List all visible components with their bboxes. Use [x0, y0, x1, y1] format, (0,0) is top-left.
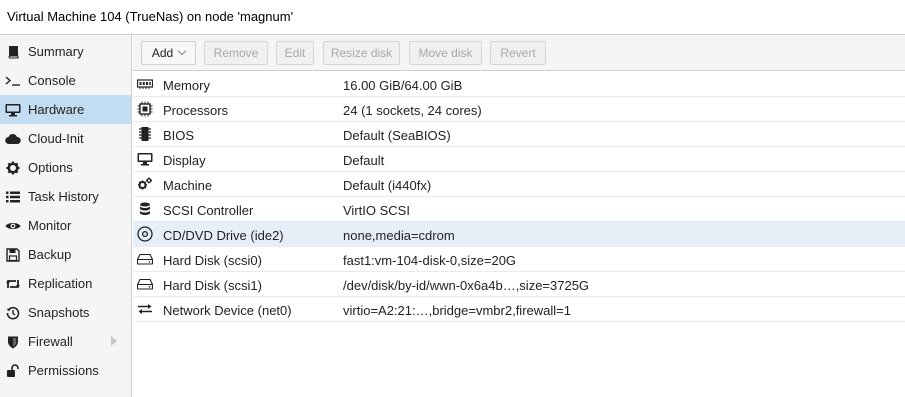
harddisk-icon	[137, 251, 153, 267]
sidebar-item-task-history[interactable]: Task History	[0, 182, 131, 211]
exchange-icon	[137, 301, 153, 317]
hardware-row-hard-disk-scsi1[interactable]: Hard Disk (scsi1) /dev/disk/by-id/wwn-0x…	[133, 272, 905, 297]
row-value: fast1:vm-104-disk-0,size=20G	[343, 253, 517, 268]
sidebar-item-monitor[interactable]: Monitor	[0, 211, 131, 240]
sidebar-item-console[interactable]: Console	[0, 66, 131, 95]
expand-arrow-icon[interactable]	[111, 336, 117, 346]
desktop-icon	[5, 102, 21, 118]
sidebar-item-label: Backup	[28, 247, 72, 262]
unlock-icon	[5, 363, 21, 379]
cogs-icon	[137, 176, 153, 192]
row-name: BIOS	[163, 128, 195, 143]
toolbar: Add Remove Edit Resize disk Move disk Re…	[133, 35, 905, 71]
row-name: Network Device (net0)	[163, 303, 292, 318]
hardware-row-cdrom[interactable]: CD/DVD Drive (ide2) none,media=cdrom	[133, 222, 905, 247]
sidebar-item-label: Cloud-Init	[28, 131, 84, 146]
list-icon	[5, 189, 21, 205]
hardware-row-machine[interactable]: Machine Default (i440fx)	[133, 172, 905, 197]
sidebar-item-label: Monitor	[28, 218, 72, 233]
sidebar-item-label: Summary	[28, 44, 84, 59]
hardware-row-processors[interactable]: Processors 24 (1 sockets, 24 cores)	[133, 97, 905, 122]
gear-icon	[5, 160, 21, 176]
row-value: VirtIO SCSI	[343, 203, 410, 218]
sidebar-item-label: Task History	[28, 189, 99, 204]
cdrom-icon	[137, 226, 153, 242]
row-name: Hard Disk (scsi1)	[163, 278, 262, 293]
window-title: Virtual Machine 104 (TrueNas) on node 'm…	[0, 0, 905, 35]
row-value: 24 (1 sockets, 24 cores)	[343, 103, 482, 118]
hardware-row-scsi-controller[interactable]: SCSI Controller VirtIO SCSI	[133, 197, 905, 222]
row-name: Processors	[163, 103, 229, 118]
sidebar-item-label: Options	[28, 160, 73, 175]
harddisk-icon	[137, 276, 153, 292]
hardware-row-network-device[interactable]: Network Device (net0) virtio=A2:21:…,bri…	[133, 297, 905, 322]
cloud-icon	[5, 131, 21, 147]
sidebar-item-label: Firewall	[28, 334, 73, 349]
floppy-icon	[5, 247, 21, 263]
terminal-icon	[5, 73, 21, 89]
row-name: Display	[163, 153, 206, 168]
retweet-icon	[5, 276, 21, 292]
row-name: Machine	[163, 178, 213, 193]
sidebar-item-label: Console	[28, 73, 76, 88]
row-name: Memory	[163, 78, 210, 93]
row-name: Hard Disk (scsi0)	[163, 253, 262, 268]
sidebar-item-summary[interactable]: Summary	[0, 37, 131, 66]
row-value: Default (SeaBIOS)	[343, 128, 451, 143]
sidebar-item-label: Snapshots	[28, 305, 90, 320]
sidebar-item-replication[interactable]: Replication	[0, 269, 131, 298]
sidebar-item-permissions[interactable]: Permissions	[0, 356, 131, 385]
edit-button[interactable]: Edit	[276, 41, 314, 65]
eye-icon	[5, 218, 21, 234]
sidebar-item-cloud-init[interactable]: Cloud-Init	[0, 124, 131, 153]
sidebar-item-backup[interactable]: Backup	[0, 240, 131, 269]
book-icon	[5, 44, 21, 60]
resize-disk-button[interactable]: Resize disk	[323, 41, 400, 65]
revert-button[interactable]: Revert	[490, 41, 546, 65]
row-value: 16.00 GiB/64.00 GiB	[343, 78, 463, 93]
monitor-icon	[137, 151, 153, 167]
chevron-down-icon	[177, 46, 187, 56]
add-button[interactable]: Add	[141, 41, 196, 65]
sidebar-item-label: Replication	[28, 276, 93, 291]
shield-icon	[5, 334, 21, 350]
database-icon	[137, 201, 153, 217]
microchip-icon	[137, 126, 153, 142]
row-value: /dev/disk/by-id/wwn-0x6a4b…,size=3725G	[343, 278, 590, 293]
sidebar-item-label: Hardware	[28, 102, 85, 117]
remove-button[interactable]: Remove	[204, 41, 268, 65]
cpu-icon	[137, 101, 153, 117]
row-value: virtio=A2:21:…,bridge=vmbr2,firewall=1	[343, 303, 571, 318]
hardware-row-bios[interactable]: BIOS Default (SeaBIOS)	[133, 122, 905, 147]
row-name: SCSI Controller	[163, 203, 254, 218]
sidebar-item-options[interactable]: Options	[0, 153, 131, 182]
row-value: none,media=cdrom	[343, 228, 455, 243]
hardware-row-hard-disk-scsi0[interactable]: Hard Disk (scsi0) fast1:vm-104-disk-0,si…	[133, 247, 905, 272]
hardware-grid: Memory 16.00 GiB/64.00 GiB Processors 24…	[133, 72, 905, 322]
sidebar-item-snapshots[interactable]: Snapshots	[0, 298, 131, 327]
row-value: Default	[343, 153, 385, 168]
hardware-row-memory[interactable]: Memory 16.00 GiB/64.00 GiB	[133, 72, 905, 97]
sidebar-item-hardware[interactable]: Hardware	[0, 95, 131, 124]
history-icon	[5, 305, 21, 321]
sidebar-item-firewall[interactable]: Firewall	[0, 327, 131, 356]
sidebar-nav: Summary Console Hardware Cloud-Init Opti…	[0, 35, 132, 397]
sidebar-item-label: Permissions	[28, 363, 99, 378]
row-value: Default (i440fx)	[343, 178, 432, 193]
memory-icon	[137, 76, 153, 92]
row-name: CD/DVD Drive (ide2)	[163, 228, 284, 243]
hardware-row-display[interactable]: Display Default	[133, 147, 905, 172]
add-button-label: Add	[151, 46, 174, 60]
move-disk-button[interactable]: Move disk	[409, 41, 482, 65]
